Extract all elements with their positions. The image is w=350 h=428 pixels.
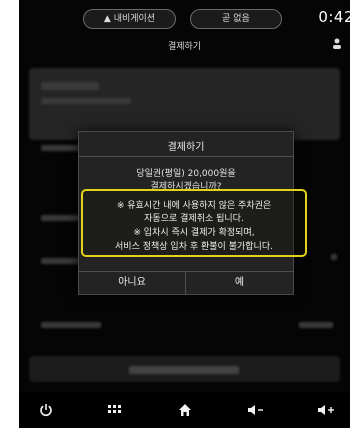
page-title: 결제하기 <box>167 42 202 52</box>
navigation-shortcut-pill[interactable]: ▲ 내비게이션 <box>83 9 176 29</box>
notice-line: 서비스 정책상 입차 후 환불이 불가합니다. <box>115 242 273 252</box>
background-blur <box>331 254 337 260</box>
background-blur <box>41 322 101 328</box>
dialog-divider <box>79 156 293 157</box>
confirm-button[interactable]: 예 <box>186 272 293 294</box>
media-shortcut-pill[interactable]: 곧 없음 <box>190 9 282 29</box>
background-card <box>29 68 340 140</box>
dialog-message: 당일권(평일) 20,000원을 <box>136 169 236 179</box>
cancel-button[interactable]: 아니요 <box>79 272 185 294</box>
notice-line: 자동으로 결제취소 됩니다. <box>144 214 244 224</box>
user-icon[interactable] <box>332 37 342 52</box>
clock: 0:42 <box>318 8 350 26</box>
bottom-nav-bar <box>19 392 350 428</box>
infotainment-screen: ▲ 내비게이션 곧 없음 0:42 결제하기 결제하기 당일권(평일) 20,0… <box>19 0 350 428</box>
background-blur <box>41 258 81 264</box>
volume-down-icon[interactable] <box>244 399 268 421</box>
notice-line: ※ 입차시 즉시 결제가 확정되며, <box>133 228 255 238</box>
background-blur <box>41 98 131 104</box>
power-icon[interactable] <box>34 399 58 421</box>
home-icon[interactable] <box>173 399 197 421</box>
notice-line: ※ 유효시간 내에 사용하지 않은 주차권은 <box>116 201 272 211</box>
apps-grid-icon[interactable] <box>103 399 127 421</box>
background-blur <box>41 82 99 90</box>
volume-up-icon[interactable] <box>314 399 338 421</box>
background-blur <box>299 322 333 328</box>
payment-notice-highlight: ※ 유효시간 내에 사용하지 않은 주차권은 자동으로 결제취소 됩니다. ※ … <box>81 189 307 257</box>
dialog-title: 결제하기 <box>167 142 205 153</box>
background-blur <box>129 366 239 374</box>
